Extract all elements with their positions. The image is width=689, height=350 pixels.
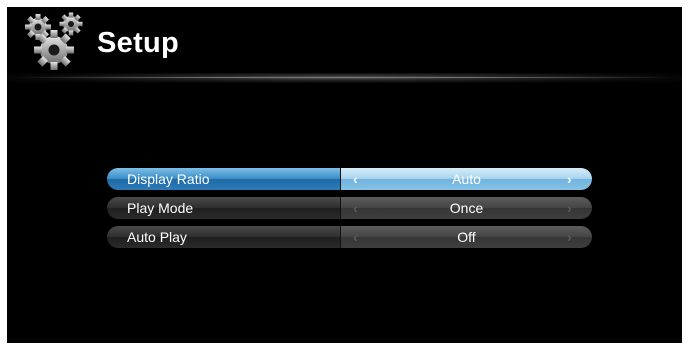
menu-item-label: Play Mode	[127, 200, 194, 216]
chevron-right-icon[interactable]: ›	[567, 171, 572, 187]
menu-item-label: Auto Play	[127, 229, 187, 245]
menu-item-value: Off	[457, 229, 476, 245]
menu-item-auto-play[interactable]: Auto Play ‹ Off ›	[107, 226, 592, 248]
menu-item-play-mode[interactable]: Play Mode ‹ Once ›	[107, 197, 592, 219]
page-title: Setup	[97, 27, 180, 59]
chevron-right-icon[interactable]: ›	[567, 229, 572, 245]
header-divider-glow	[7, 73, 682, 83]
menu-item-display-ratio[interactable]: Display Ratio ‹ Auto ›	[107, 168, 592, 190]
chevron-right-icon[interactable]: ›	[567, 200, 572, 216]
menu-item-value: Auto	[452, 171, 481, 187]
setup-screen: Setup Display Ratio ‹ Auto › Play Mode ‹…	[7, 7, 682, 343]
menu-item-label: Display Ratio	[127, 171, 210, 187]
header-divider	[17, 77, 672, 78]
gears-icon	[25, 12, 83, 70]
menu-item-value: Once	[449, 200, 484, 216]
